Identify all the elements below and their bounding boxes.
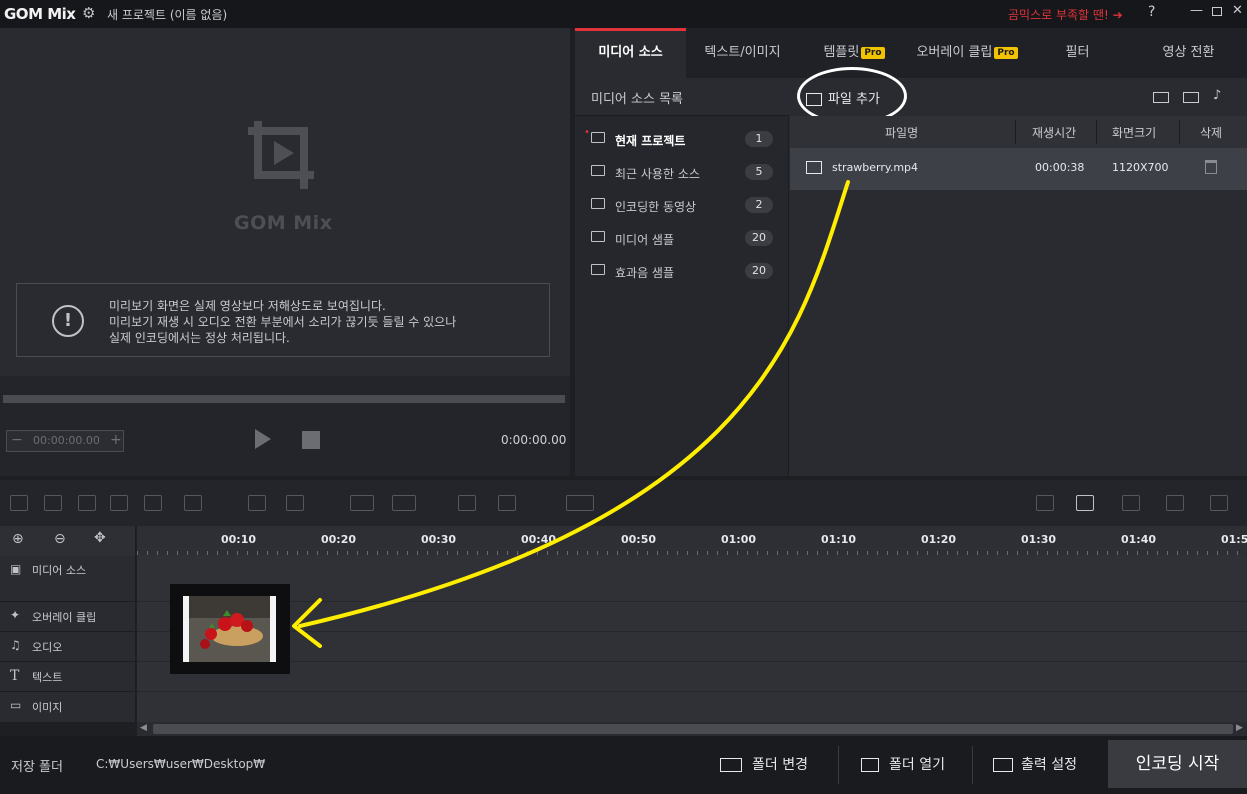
save-folder-label: 저장 폴더 — [11, 760, 63, 775]
button-divider — [972, 746, 973, 784]
start-encoding-button[interactable]: 인코딩 시작 — [1108, 740, 1247, 788]
output-settings-button[interactable]: 출력 설정 — [993, 742, 1077, 788]
scroll-left-icon[interactable]: ◀ — [140, 723, 147, 733]
output-settings-icon — [993, 758, 1013, 772]
open-folder-label: 폴더 열기 — [889, 757, 945, 773]
annotation-arrow-path — [298, 180, 850, 628]
folder-swap-icon — [720, 758, 742, 772]
change-folder-button[interactable]: 폴더 변경 — [720, 742, 808, 788]
folder-icon — [861, 758, 879, 772]
scroll-right-icon[interactable]: ▶ — [1236, 723, 1243, 733]
scrollbar-thumb[interactable] — [153, 724, 1233, 734]
open-folder-button[interactable]: 폴더 열기 — [861, 742, 945, 788]
output-settings-label: 출력 설정 — [1021, 757, 1077, 773]
change-folder-label: 폴더 변경 — [752, 757, 808, 773]
annotation-arrow — [292, 180, 850, 648]
button-divider — [838, 746, 839, 784]
save-path: C:₩Users₩user₩Desktop₩ — [96, 757, 266, 771]
